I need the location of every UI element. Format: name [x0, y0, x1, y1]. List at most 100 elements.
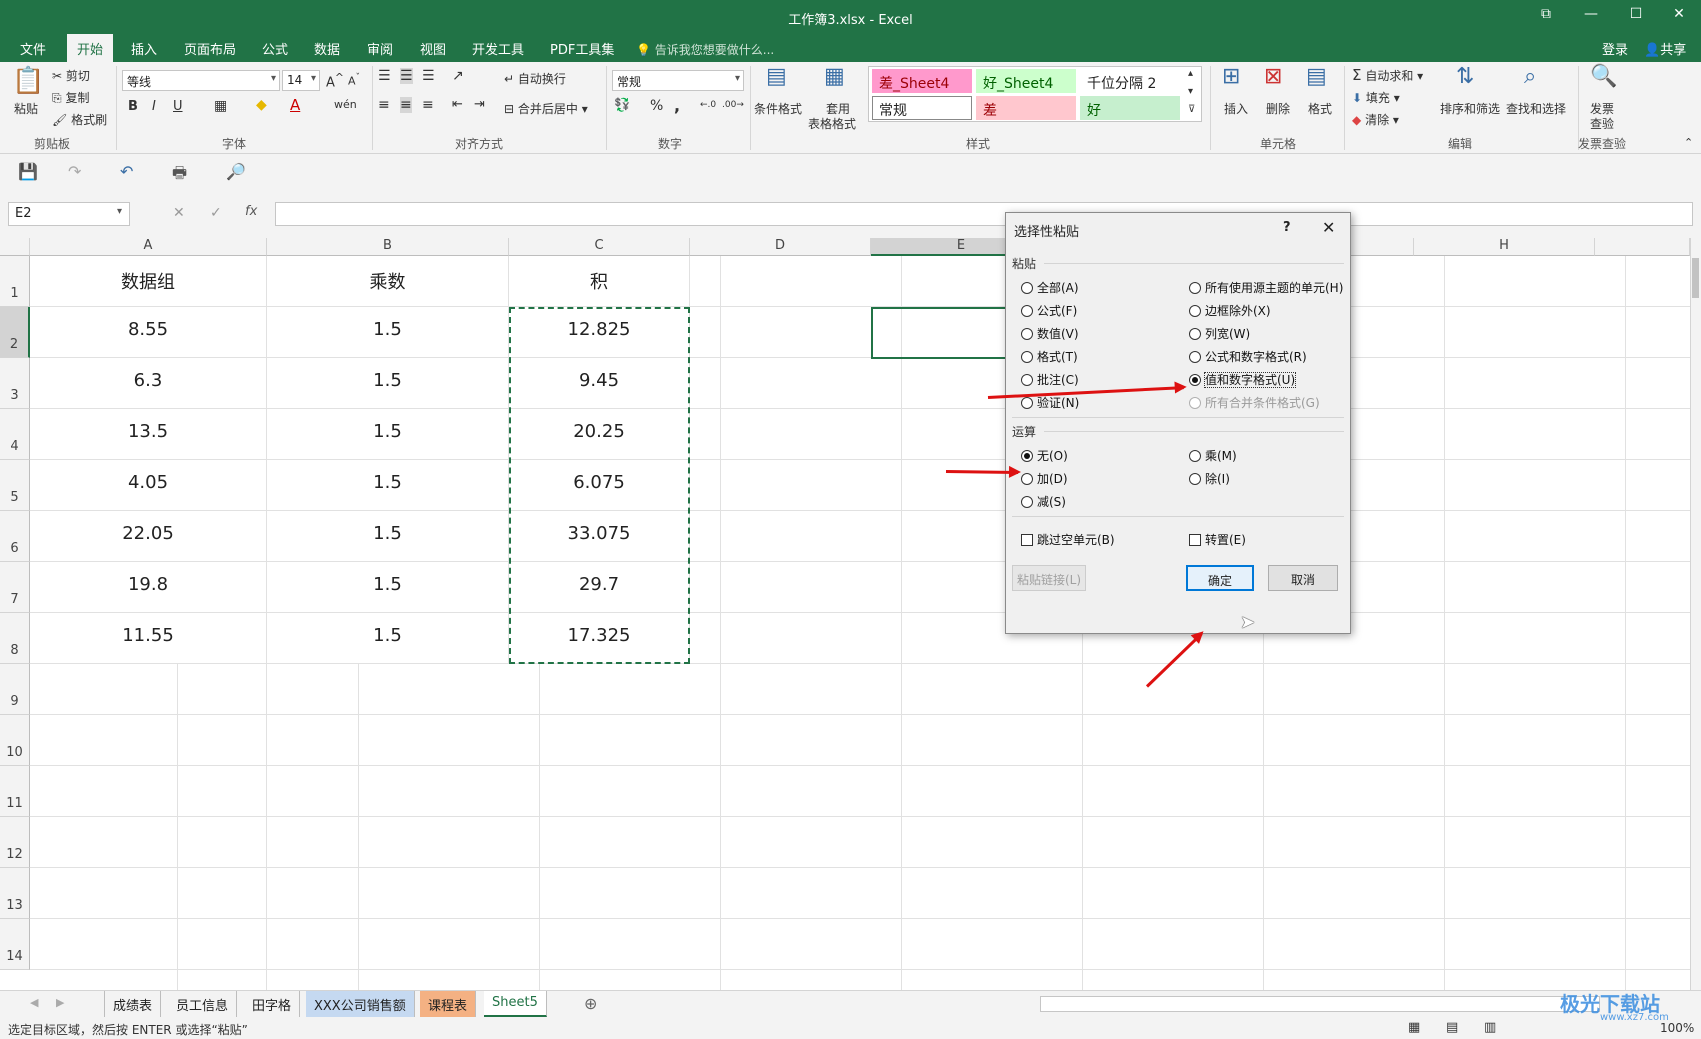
collapse-ribbon-icon[interactable]: ⌃ — [1684, 136, 1693, 149]
radio-button[interactable] — [1189, 282, 1201, 294]
radio-paste-values-numbers[interactable]: 值和数字格式(U) — [1189, 371, 1297, 388]
table-cell[interactable]: 1.5 — [267, 307, 509, 358]
cell-b1[interactable]: 乘数 — [267, 256, 509, 307]
find-select-button[interactable]: 查找和选择 — [1506, 100, 1566, 117]
sheet-tab-employees[interactable]: 员工信息 — [168, 991, 238, 1017]
radio-button[interactable] — [1189, 351, 1201, 363]
table-cell[interactable]: 6.3 — [30, 358, 267, 409]
table-cell[interactable]: 1.5 — [267, 511, 509, 562]
row-header-7[interactable]: 7 — [0, 562, 30, 613]
table-cell[interactable]: 22.05 — [30, 511, 267, 562]
paste-icon[interactable]: 📋 — [12, 66, 44, 100]
checkbox-skip-blanks[interactable]: 跳过空单元(B) — [1021, 531, 1115, 548]
insert-cells-icon[interactable]: ⊞ — [1222, 64, 1240, 89]
radio-button-selected[interactable] — [1021, 450, 1033, 462]
row-header-12[interactable]: 12 — [0, 817, 30, 868]
style-normal[interactable]: 常规 — [872, 96, 972, 120]
table-format-button-line2[interactable]: 表格格式 — [808, 115, 856, 132]
minimize-icon[interactable]: — — [1580, 6, 1602, 26]
row-header-5[interactable]: 5 — [0, 460, 30, 511]
undo-icon[interactable]: ↶ — [120, 162, 133, 181]
page-break-view-icon[interactable]: ▥ — [1484, 1020, 1496, 1035]
delete-cells-button[interactable]: 删除 — [1266, 100, 1290, 117]
radio-button[interactable] — [1189, 328, 1201, 340]
close-icon[interactable]: ✕ — [1668, 6, 1690, 26]
indent-increase-icon[interactable]: ⇥ — [474, 97, 485, 112]
underline-button[interactable]: U — [173, 99, 183, 114]
align-bottom-icon[interactable]: ☰ — [422, 68, 435, 84]
menu-page-layout[interactable]: 页面布局 — [184, 39, 236, 58]
radio-button[interactable] — [1189, 305, 1201, 317]
radio-paste-comments[interactable]: 批注(C) — [1021, 371, 1079, 388]
gallery-scroll-down-icon[interactable]: ▾ — [1188, 86, 1193, 97]
radio-op-divide[interactable]: 除(I) — [1189, 470, 1230, 487]
column-header-h[interactable]: H — [1414, 238, 1595, 256]
format-cells-icon[interactable]: ▤ — [1306, 64, 1327, 89]
align-center-icon[interactable]: ≡ — [400, 97, 412, 113]
align-middle-icon[interactable]: ☰ — [400, 68, 413, 84]
table-cell[interactable]: 1.5 — [267, 409, 509, 460]
sheet-tab-sales[interactable]: XXX公司销售额 — [306, 991, 415, 1017]
radio-button[interactable] — [1189, 450, 1201, 462]
conditional-format-button[interactable]: 条件格式 — [754, 100, 802, 117]
wrap-text-button[interactable]: ↵ 自动换行 — [504, 70, 566, 87]
column-header-d[interactable]: D — [690, 238, 871, 256]
table-cell[interactable]: 13.5 — [30, 409, 267, 460]
ribbon-display-icon[interactable]: ⧉ — [1535, 6, 1557, 26]
row-header-10[interactable]: 10 — [0, 715, 30, 766]
merge-center-button[interactable]: ⊟ 合并后居中 ▾ — [504, 100, 588, 117]
radio-op-multiply[interactable]: 乘(M) — [1189, 447, 1237, 464]
fill-color-icon[interactable]: ◆ — [256, 97, 267, 113]
radio-paste-formats[interactable]: 格式(T) — [1021, 348, 1078, 365]
radio-paste-all[interactable]: 全部(A) — [1021, 279, 1079, 296]
radio-button[interactable] — [1021, 397, 1033, 409]
delete-cells-icon[interactable]: ⊠ — [1264, 64, 1282, 89]
paste-button[interactable]: 粘贴 — [14, 100, 38, 117]
table-cell[interactable]: 4.05 — [30, 460, 267, 511]
menu-view[interactable]: 视图 — [420, 39, 446, 58]
align-left-icon[interactable]: ≡ — [378, 97, 390, 113]
sheet-tab-grid[interactable]: 田字格 — [244, 991, 301, 1017]
name-box[interactable]: E2 — [8, 202, 130, 226]
indent-decrease-icon[interactable]: ⇤ — [452, 97, 463, 112]
table-format-icon[interactable]: ▦ — [824, 64, 845, 89]
conditional-format-icon[interactable]: ▤ — [766, 64, 787, 89]
menu-pdf-tools[interactable]: PDF工具集 — [550, 39, 614, 58]
row-header-3[interactable]: 3 — [0, 358, 30, 409]
style-good[interactable]: 好 — [1080, 96, 1180, 120]
table-cell[interactable]: 1.5 — [267, 358, 509, 409]
row-header-13[interactable]: 13 — [0, 868, 30, 919]
radio-button-selected[interactable] — [1189, 374, 1201, 386]
style-bad[interactable]: 差 — [976, 96, 1076, 120]
preview-icon[interactable]: 🔎 — [226, 162, 246, 181]
clear-button[interactable]: ◆ 清除 ▾ — [1352, 111, 1399, 128]
row-header-14[interactable]: 14 — [0, 919, 30, 970]
vertical-scrollbar[interactable] — [1690, 238, 1701, 990]
orientation-icon[interactable]: ↗ — [452, 68, 464, 84]
sheet-tab-scores[interactable]: 成绩表 — [104, 991, 162, 1017]
print-preview-icon[interactable]: 🖶 — [172, 162, 187, 189]
menu-home[interactable]: 开始 — [67, 34, 114, 62]
font-grow-icon[interactable]: A^ — [326, 71, 344, 90]
radio-paste-column-widths[interactable]: 列宽(W) — [1189, 325, 1250, 342]
row-header-9[interactable]: 9 — [0, 664, 30, 715]
format-painter-button[interactable]: 🖌 格式刷 — [52, 111, 107, 128]
italic-button[interactable]: I — [152, 99, 156, 114]
style-bad-sheet4[interactable]: 差_Sheet4 — [872, 69, 972, 93]
radio-op-add[interactable]: 加(D) — [1021, 470, 1068, 487]
radio-paste-no-borders[interactable]: 边框除外(X) — [1189, 302, 1271, 319]
tell-me-box[interactable]: 💡 告诉我您想要做什么... — [636, 41, 774, 58]
radio-button[interactable] — [1021, 328, 1033, 340]
save-icon[interactable]: 💾 — [18, 162, 38, 181]
sort-filter-button[interactable]: 排序和筛选 — [1440, 100, 1500, 117]
invoice-check-icon[interactable]: 🔍 — [1590, 64, 1617, 89]
table-cell[interactable]: 8.55 — [30, 307, 267, 358]
row-header-6[interactable]: 6 — [0, 511, 30, 562]
table-cell[interactable]: 11.55 — [30, 613, 267, 664]
cell-c1[interactable]: 积 — [509, 256, 690, 307]
radio-button[interactable] — [1021, 305, 1033, 317]
bold-button[interactable]: B — [128, 99, 138, 114]
cut-button[interactable]: ✂ 剪切 — [52, 67, 90, 84]
insert-cells-button[interactable]: 插入 — [1224, 100, 1248, 117]
radio-button[interactable] — [1021, 351, 1033, 363]
